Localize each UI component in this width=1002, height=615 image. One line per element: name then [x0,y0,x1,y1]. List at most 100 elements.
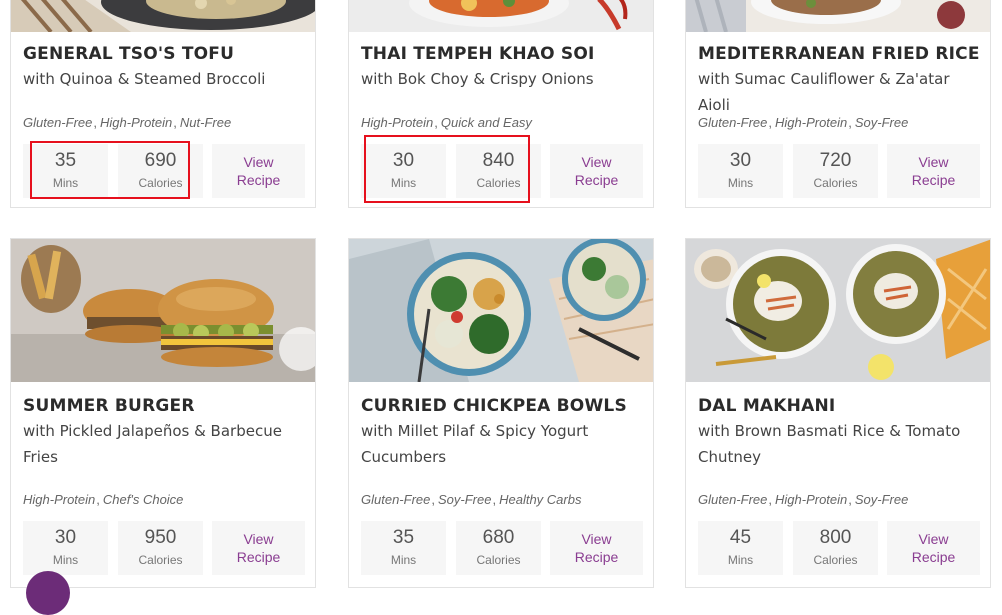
recipe-title[interactable]: SUMMER BURGER [23,394,303,418]
recipe-image[interactable] [686,239,990,382]
mins-label: Mins [390,553,417,567]
recipe-card[interactable]: SUMMER BURGER with Pickled Jalapeños & B… [10,238,316,588]
recipe-label: Recipe [911,549,956,565]
recipe-tags: Gluten-Free, High-Protein, Soy-Free [698,492,908,507]
tag-separator: , [173,115,177,130]
recipe-tags: High-Protein, Quick and Easy [361,115,532,130]
subtitle-line: Chutney [698,448,761,466]
calories-stat: 840 Calories [456,144,541,198]
calories-value: 840 [482,150,515,171]
calories-stat: 680 Calories [456,521,541,575]
recipe-card[interactable]: MEDITERRANEAN FRIED RICE with Sumac Caul… [685,0,991,208]
recipe-subtitle: with Sumac Cauliflower & Za'atar Aioli [698,70,950,114]
calories-label: Calories [476,553,521,567]
recipe-label: Recipe [574,172,619,188]
view-recipe-button[interactable]: View Recipe [550,144,643,198]
view-label: View [581,531,612,547]
mins-value: 30 [392,150,415,171]
view-label: View [581,154,612,170]
recipe-title[interactable]: MEDITERRANEAN FRIED RICE [698,42,979,66]
tag: Gluten-Free [698,492,768,507]
food-photo [349,239,653,382]
recipe-title[interactable]: DAL MAKHANI [698,394,978,418]
calories-stat: 950 Calories [118,521,203,575]
calories-stat: 690 Calories [118,144,203,198]
calories-label: Calories [813,176,858,190]
tag-separator: , [431,492,435,507]
tag-separator: , [492,492,497,507]
tag-separator: , [848,492,852,507]
recipe-subtitle: with Quinoa & Steamed Broccoli [23,70,266,88]
tag: Soy-Free [438,492,492,507]
calories-stat: 720 Calories [793,144,878,198]
view-label: View [918,154,949,170]
recipe-title[interactable]: THAI TEMPEH KHAO SOI [361,42,641,66]
view-recipe-button[interactable]: View Recipe [887,521,980,575]
tag: Chef's Choice [102,492,184,507]
view-label: View [918,531,949,547]
tag: High-Protein [100,115,173,130]
view-recipe-button[interactable]: View Recipe [550,521,643,575]
tag: High-Protein [23,492,96,507]
recipe-image[interactable] [686,0,990,32]
food-photo [11,0,315,32]
recipe-tags: Gluten-Free, High-Protein, Soy-Free [698,115,908,130]
recipe-card[interactable]: THAI TEMPEH KHAO SOI with Bok Choy & Cri… [348,0,654,208]
calories-value: 950 [144,527,177,548]
recipe-label: Recipe [911,172,956,188]
view-label: View [243,154,274,170]
tag-separator: , [848,115,852,130]
tag: High-Protein [775,115,848,130]
recipe-stats: 30 Mins 840 Calories View Recipe [361,144,643,198]
calories-value: 800 [819,527,852,548]
recipe-subtitle: with Pickled Jalapeños & Barbecue Fries [23,418,303,470]
recipe-title[interactable]: GENERAL TSO'S TOFU [23,42,303,66]
mins-label: Mins [52,176,79,190]
tag: Soy-Free [854,492,909,507]
tag-separator: , [434,115,438,130]
view-label: View [243,531,274,547]
calories-label: Calories [476,176,521,190]
tag-separator: , [768,115,772,130]
view-recipe-button[interactable]: View Recipe [212,521,305,575]
tag: Soy-Free [854,115,909,130]
food-photo [686,0,990,32]
mins-label: Mins [52,553,79,567]
mins-value: 45 [729,527,752,548]
recipe-image[interactable] [349,239,653,382]
tag: High-Protein [775,492,848,507]
view-recipe-button[interactable]: View Recipe [212,144,305,198]
recipe-card[interactable]: GENERAL TSO'S TOFU with Quinoa & Steamed… [10,0,316,208]
recipe-stats: 45 Mins 800 Calories View Recipe [698,521,980,575]
view-recipe-button[interactable]: View Recipe [887,144,980,198]
chat-bubble-icon[interactable] [26,571,70,615]
recipe-tags: Gluten-Free, High-Protein, Nut-Free [23,115,231,130]
recipe-stats: 35 Mins 690 Calories View Recipe [23,144,305,198]
mins-value: 30 [729,150,752,171]
recipe-image[interactable] [11,0,315,32]
mins-stat: 30 Mins [698,144,783,198]
mins-value: 35 [54,150,77,171]
recipe-image[interactable] [349,0,653,32]
subtitle-line: Cucumbers [361,448,447,466]
calories-label: Calories [813,553,858,567]
tag-separator: , [96,492,100,507]
mins-stat: 45 Mins [698,521,783,575]
tag: Healthy Carbs [499,492,582,507]
mins-stat: 30 Mins [361,144,446,198]
recipe-title[interactable]: CURRIED CHICKPEA BOWLS [361,394,641,418]
recipe-label: Recipe [574,549,619,565]
tag-separator: , [93,115,97,130]
recipe-card[interactable]: DAL MAKHANI with Brown Basmati Rice & To… [685,238,991,588]
food-photo [11,239,315,382]
recipe-image[interactable] [11,239,315,382]
calories-label: Calories [138,176,183,190]
recipe-label: Recipe [236,549,281,565]
mins-label: Mins [390,176,417,190]
tag: Gluten-Free [361,492,431,507]
subtitle-line: with Pickled Jalapeños & Barbecue [23,422,282,440]
recipe-tags: High-Protein, Chef's Choice [23,492,183,507]
recipe-stats: 30 Mins 720 Calories View Recipe [698,144,980,198]
recipe-card[interactable]: CURRIED CHICKPEA BOWLS with Millet Pilaf… [348,238,654,588]
mins-label: Mins [727,176,754,190]
